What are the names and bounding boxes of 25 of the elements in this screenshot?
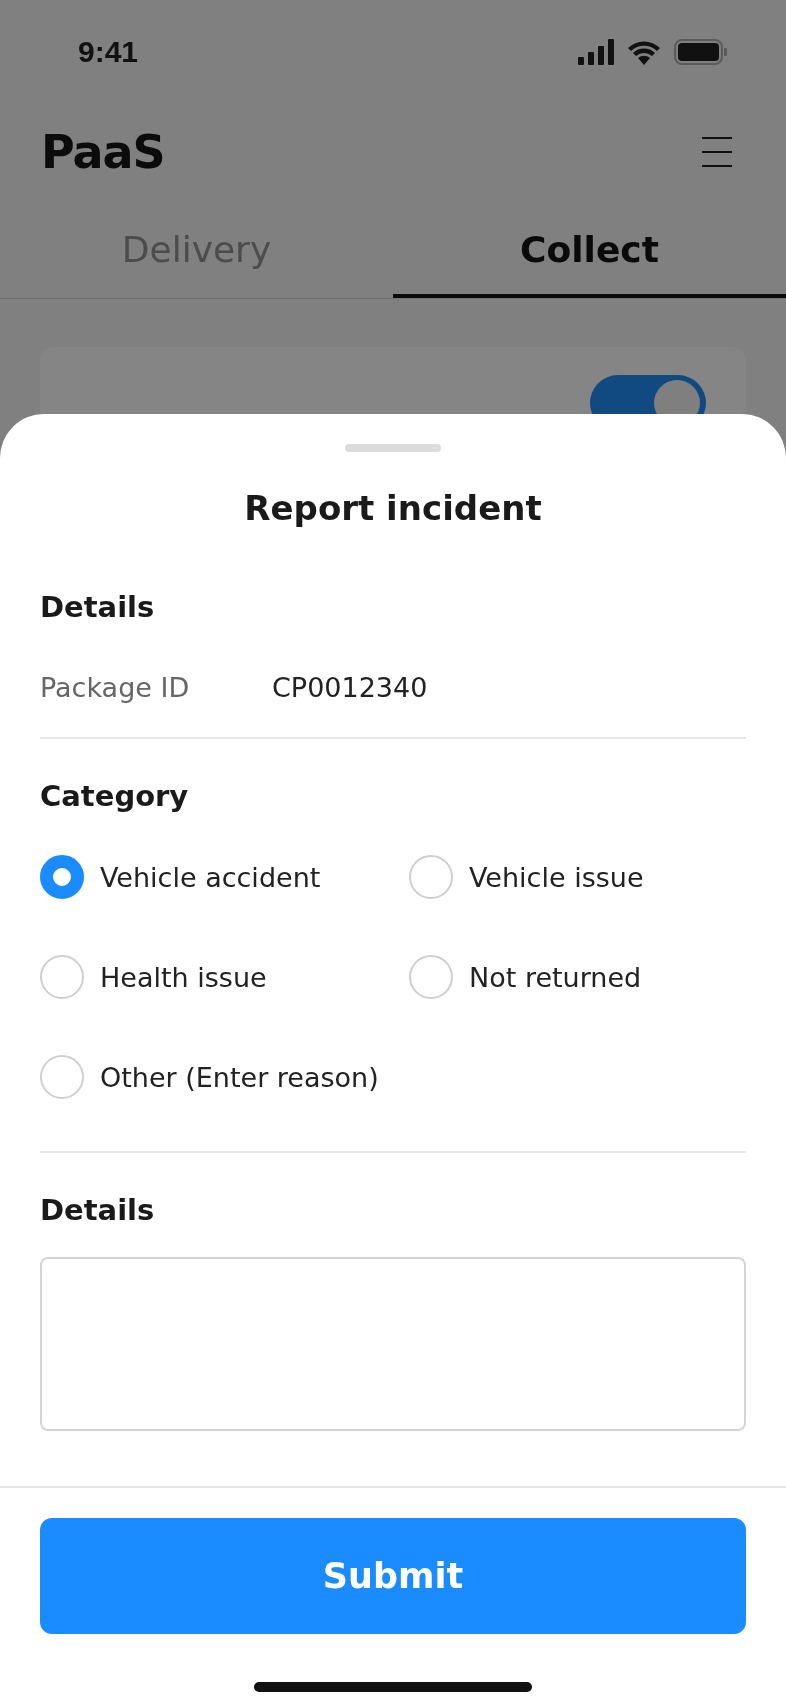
radio-button[interactable] [40, 955, 84, 999]
app-logo: PaaS [41, 125, 165, 179]
status-time: 9:41 [78, 35, 139, 69]
sheet-handle[interactable] [345, 444, 441, 452]
signal-icon [578, 39, 614, 65]
radio-label[interactable]: Not returned [469, 961, 642, 993]
section-heading: Details [40, 590, 156, 624]
radio-button[interactable] [409, 855, 453, 899]
sheet-title: Report incident [243, 488, 543, 528]
radio-label[interactable]: Other (Enter reason) [100, 1061, 379, 1093]
menu-icon[interactable] [702, 137, 732, 167]
field-label: Package ID [40, 672, 191, 703]
radio-button[interactable] [40, 1055, 84, 1099]
tab[interactable]: Collect [393, 210, 786, 298]
details-input[interactable] [40, 1257, 746, 1431]
section-heading: Details [40, 1193, 156, 1227]
radio-button[interactable] [40, 855, 84, 899]
radio-button[interactable] [409, 955, 453, 999]
section-heading: Category [40, 779, 190, 813]
battery-icon [674, 39, 728, 65]
field-value: CP0012340 [272, 672, 428, 703]
wifi-icon [626, 39, 662, 65]
radio-label[interactable]: Vehicle accident [100, 861, 321, 893]
radio-label[interactable]: Health issue [100, 961, 267, 993]
radio-label[interactable]: Vehicle issue [469, 861, 644, 893]
